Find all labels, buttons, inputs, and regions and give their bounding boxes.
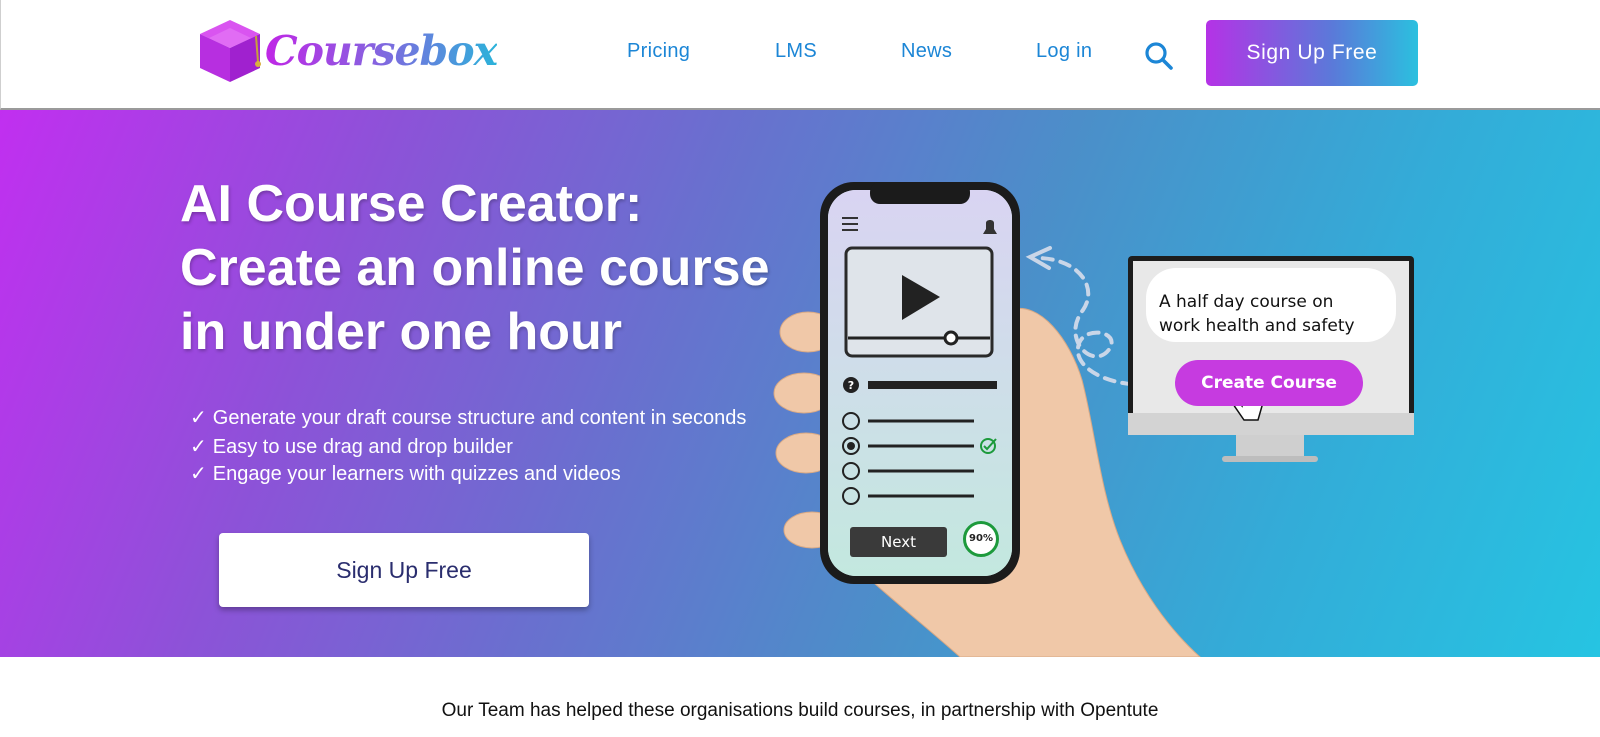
hero-section: AI Course Creator: Create an online cour… [0, 110, 1600, 657]
graduation-cube-icon [200, 20, 261, 82]
signup-button-hero[interactable]: Sign Up Free [219, 533, 589, 607]
nav-lms[interactable]: LMS [775, 40, 817, 63]
hero-illustration: ? [773, 182, 1414, 657]
search-icon[interactable] [1144, 41, 1174, 71]
brand-name: Coursebox [265, 27, 498, 75]
prompt-line-2: work health and safety [1159, 316, 1355, 336]
check-icon: ✓ [190, 463, 207, 485]
feature-text: Generate your draft course structure and… [212, 407, 747, 429]
feature-text: Easy to use drag and drop builder [212, 436, 513, 458]
nav-login[interactable]: Log in [1036, 40, 1092, 63]
check-icon: ✓ [190, 436, 207, 458]
hero-title-line-1: AI Course Creator: [180, 175, 643, 233]
hero-title-line-2: Create an online course [180, 239, 770, 297]
phone-next-button: Next [850, 527, 947, 557]
feature-item: ✓ Engage your learners with quizzes and v… [190, 460, 746, 489]
check-icon: ✓ [190, 407, 207, 429]
feature-item: ✓ Generate your draft course structure an… [190, 404, 746, 433]
progress-ring: 90% [963, 521, 999, 557]
site-header: Coursebox Pricing LMS News Log in Sign U… [0, 0, 1600, 110]
feature-list: ✓ Generate your draft course structure an… [190, 404, 746, 489]
monitor-icon [1128, 256, 1414, 462]
signup-button-header[interactable]: Sign Up Free [1206, 20, 1418, 86]
nav-pricing[interactable]: Pricing [627, 40, 690, 63]
hero-title-line-3: in under one hour [180, 303, 622, 361]
create-course-button: Create Course [1175, 360, 1363, 406]
prompt-line-1: A half day course on [1159, 292, 1334, 312]
nav-news[interactable]: News [901, 40, 952, 63]
monitor-prompt-text: A half day course on work health and saf… [1159, 290, 1394, 338]
partners-text: Our Team has helped these organisations … [441, 700, 1159, 721]
feature-item: ✓ Easy to use drag and drop builder [190, 433, 746, 462]
feature-text: Engage your learners with quizzes and vi… [212, 463, 621, 485]
logo-link[interactable]: Coursebox [197, 18, 498, 84]
hero-title: AI Course Creator: Create an online cour… [180, 172, 820, 364]
svg-text:?: ? [848, 379, 854, 392]
